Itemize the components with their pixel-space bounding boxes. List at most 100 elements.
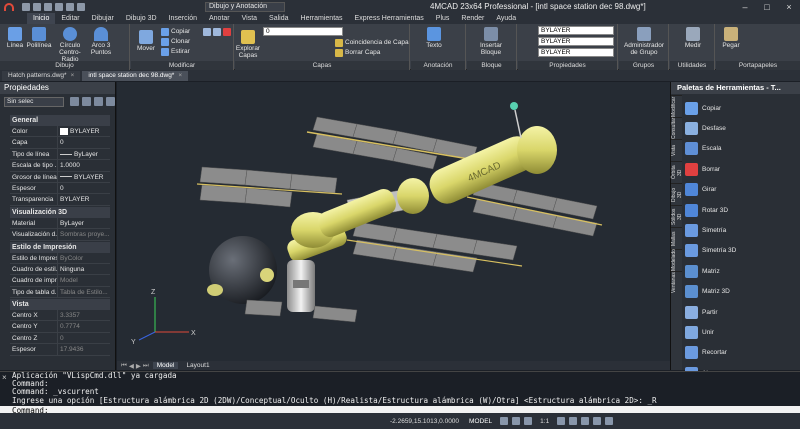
color-dropdown[interactable]: BYLAYER: [538, 26, 614, 35]
palette-item[interactable]: Matriz: [685, 261, 795, 281]
property-value[interactable]: ByLayer: [58, 149, 110, 159]
maximize-icon[interactable]: □: [756, 0, 778, 13]
property-row[interactable]: Grosor de línea BYLAYER: [10, 171, 110, 183]
property-row[interactable]: Capa 0: [10, 137, 110, 149]
ortho-icon[interactable]: [524, 417, 533, 425]
palette-item[interactable]: Matriz 3D: [685, 282, 795, 302]
save-icon[interactable]: [44, 2, 52, 11]
property-row[interactable]: Estilo de Impres...ByColor: [10, 252, 110, 264]
palette-item[interactable]: Escala: [685, 139, 795, 159]
arc-button[interactable]: Arco 3 Puntos: [88, 27, 114, 56]
selection-dropdown[interactable]: Sin selec: [4, 97, 64, 107]
property-row[interactable]: Material ByLayer: [10, 217, 110, 230]
open-icon[interactable]: [33, 2, 41, 11]
close-icon[interactable]: ×: [71, 71, 75, 81]
tab-inicio[interactable]: Inicio: [27, 13, 56, 24]
property-category[interactable]: General: [10, 115, 110, 126]
layers-group-label[interactable]: Capas: [235, 61, 409, 70]
tab-dibujo-3d[interactable]: Dibujo 3D: [120, 13, 163, 24]
tab-model[interactable]: Model: [152, 362, 179, 369]
property-row[interactable]: Centro X 3.3357: [10, 310, 110, 322]
tab-layout1[interactable]: Layout1: [182, 362, 213, 369]
snap-icon[interactable]: [512, 417, 521, 425]
palette-tab[interactable]: Mallas: [671, 227, 682, 249]
fullscreen-icon[interactable]: [605, 417, 614, 425]
paste-button[interactable]: Pegar: [720, 27, 742, 49]
property-value[interactable]: 0: [58, 183, 110, 193]
undo-icon[interactable]: [66, 2, 74, 11]
linetype-dropdown[interactable]: BYLAYER: [538, 37, 614, 46]
property-row[interactable]: Visualización d... Sombras proye...: [10, 229, 110, 241]
palette-item[interactable]: Rotar 3D: [685, 200, 795, 220]
property-row[interactable]: Cuadro de estil... Ninguna: [10, 263, 110, 276]
tab-dibujar[interactable]: Dibujar: [86, 13, 120, 24]
property-value[interactable]: 0: [58, 333, 110, 343]
palette-tab[interactable]: Consultar: [671, 117, 682, 139]
print-icon[interactable]: [55, 2, 63, 11]
property-row[interactable]: Espesor 17.9436: [10, 344, 110, 356]
property-value[interactable]: Model: [58, 275, 110, 285]
draw-group-label[interactable]: Dibujo: [0, 61, 129, 70]
palette-item[interactable]: Desfase: [685, 118, 795, 138]
redo-icon[interactable]: [77, 2, 85, 11]
groups-group-label[interactable]: Grupos: [619, 61, 668, 70]
property-row[interactable]: Centro Z0: [10, 332, 110, 345]
palette-tab[interactable]: Vista: [671, 139, 682, 161]
properties-group-label[interactable]: Propiedades: [518, 61, 617, 70]
modify-group-label[interactable]: Modificar: [131, 61, 233, 70]
palette-item[interactable]: Recortar: [685, 343, 795, 363]
tab-ayuda[interactable]: Ayuda: [490, 13, 522, 24]
palette-tab[interactable]: Modelado: [671, 249, 682, 271]
filter-icon[interactable]: [106, 97, 115, 106]
doc-tab-hatch[interactable]: Hatch patterns.dwg* ×: [2, 71, 81, 81]
polyline-button[interactable]: Polilínea: [26, 27, 52, 49]
measure-button[interactable]: Medir: [682, 27, 704, 49]
explore-layers-button[interactable]: Explorar Capas: [236, 30, 260, 59]
new-icon[interactable]: [22, 2, 30, 11]
close-icon[interactable]: ×: [2, 373, 7, 382]
offset-icon[interactable]: [203, 27, 211, 36]
drawing-viewport[interactable]: 4MCAD Z X Y ⏮ ◀ ▶ ⏭ Model Layout1: [117, 82, 670, 370]
delete-icon[interactable]: [223, 27, 231, 36]
clone-button[interactable]: Clonar: [161, 37, 190, 46]
move-button[interactable]: Mover: [135, 30, 157, 52]
property-value[interactable]: 17.9436: [58, 344, 110, 354]
palette-item[interactable]: Simetría: [685, 220, 795, 240]
insert-block-button[interactable]: Insertar Bloque: [477, 27, 505, 56]
annotation-group-label[interactable]: Anotación: [411, 61, 465, 70]
mirror-icon[interactable]: [213, 27, 221, 36]
lineweight-dropdown[interactable]: BYLAYER: [538, 48, 614, 57]
layer-match-button[interactable]: Coincidencia de Capa: [335, 38, 409, 47]
tab-anotar[interactable]: Anotar: [203, 13, 236, 24]
tab-express[interactable]: Express Herramientas: [349, 13, 430, 24]
property-row[interactable]: Escala de tipo ... 1.0000: [10, 160, 110, 172]
property-value[interactable]: Sombras proye...: [58, 229, 110, 239]
property-value[interactable]: Tabla de Estilo...: [58, 287, 110, 297]
property-value[interactable]: ByLayer: [58, 218, 110, 228]
palette-item[interactable]: Girar: [685, 180, 795, 200]
model-toggle[interactable]: MODEL: [469, 418, 492, 425]
palette-tab[interactable]: Dibujo 3D: [671, 183, 683, 205]
tab-plus[interactable]: Plus: [430, 13, 456, 24]
annotation-scale[interactable]: 1:1: [540, 418, 549, 425]
property-row[interactable]: Tipo de tabla d... Tabla de Estilo...: [10, 286, 110, 299]
workspace-select[interactable]: Dibujo y Anotación: [205, 1, 285, 12]
property-value[interactable]: Ninguna: [58, 264, 110, 274]
property-value[interactable]: 0.7774: [58, 321, 110, 331]
palette-item[interactable]: Partir: [685, 302, 795, 322]
tab-vista[interactable]: Vista: [236, 13, 263, 24]
lineweight-icon[interactable]: [581, 417, 590, 425]
palette-tab[interactable]: Modificar: [671, 95, 682, 117]
palette-item[interactable]: Simetría 3D: [685, 241, 795, 261]
tab-editar[interactable]: Editar: [55, 13, 85, 24]
first-tab-icon[interactable]: ⏮: [121, 362, 127, 370]
last-tab-icon[interactable]: ⏭: [143, 362, 149, 370]
layer-delete-button[interactable]: Borrar Capa: [335, 48, 380, 57]
property-category[interactable]: Visualización 3D: [10, 206, 110, 218]
property-row[interactable]: Espesor 0: [10, 182, 110, 195]
minimize-icon[interactable]: –: [734, 0, 756, 13]
circle-button[interactable]: Círculo Centro-Radio: [54, 27, 86, 63]
clipboard-group-label[interactable]: Portapapeles: [716, 61, 800, 70]
property-row[interactable]: Tipo de línea ByLayer: [10, 148, 110, 161]
settings-icon[interactable]: [593, 417, 602, 425]
